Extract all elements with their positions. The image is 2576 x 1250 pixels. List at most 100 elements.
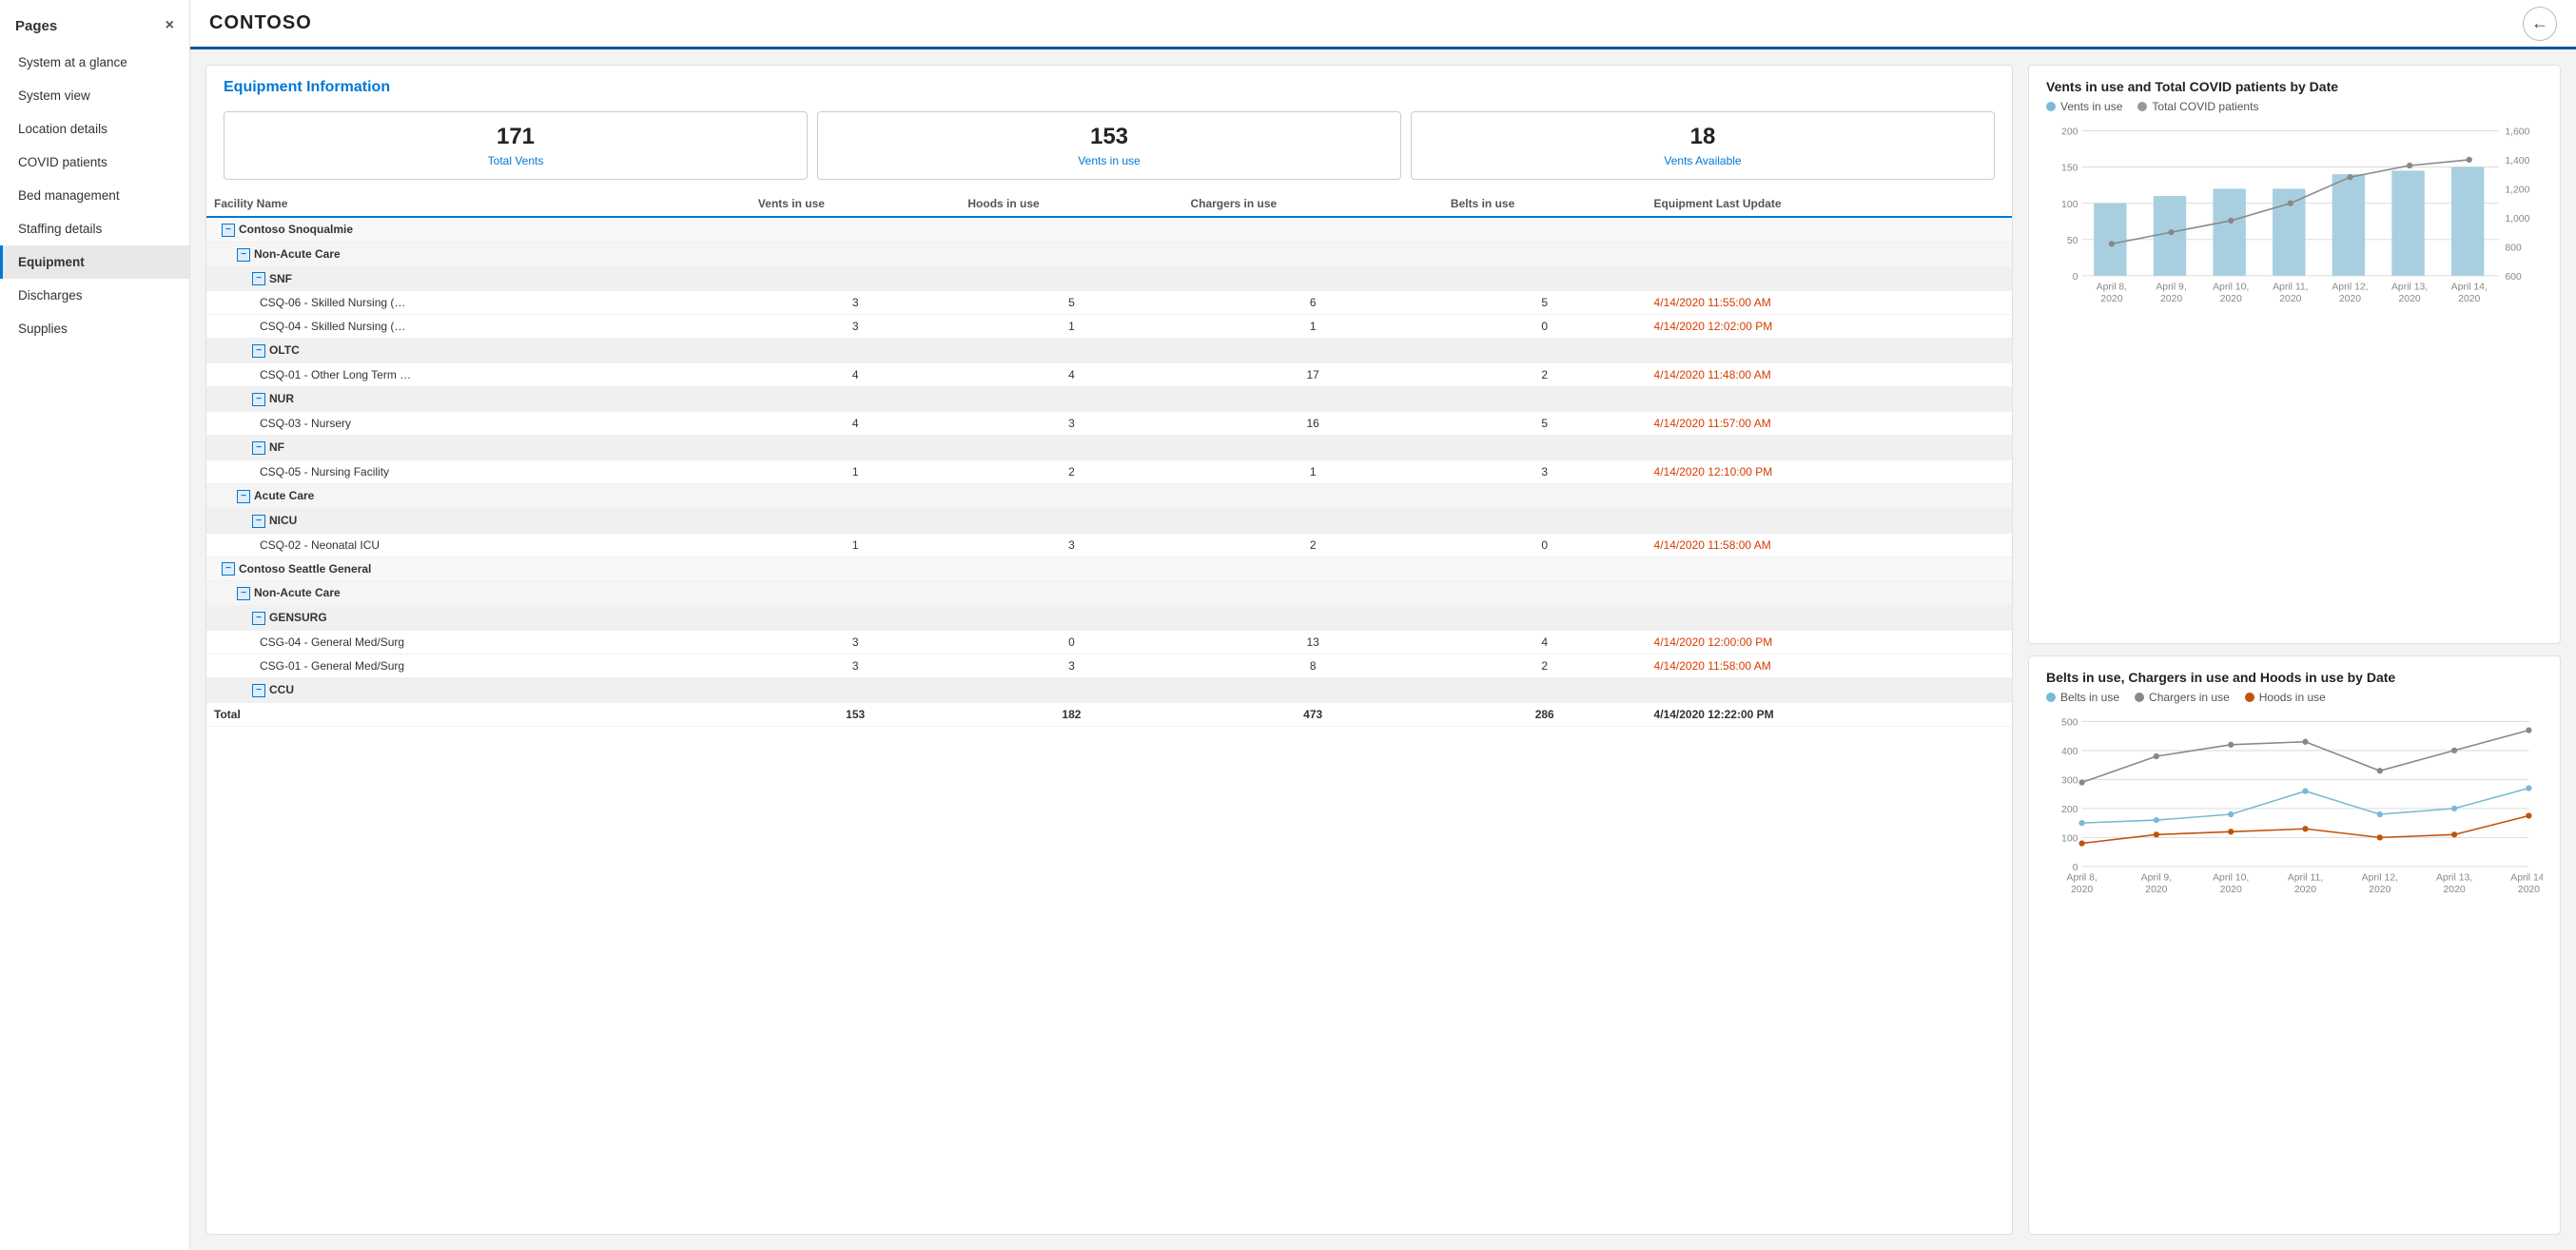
stat-label: Vents in use — [828, 154, 1391, 167]
line-point — [2302, 788, 2308, 793]
sidebar-nav: System at a glanceSystem viewLocation de… — [0, 46, 189, 345]
svg-text:2020: 2020 — [2145, 885, 2167, 895]
sidebar-item-location-details[interactable]: Location details — [0, 112, 189, 146]
svg-text:2020: 2020 — [2443, 885, 2465, 895]
stat-label: Total Vents — [234, 154, 797, 167]
chart1-card: Vents in use and Total COVID patients by… — [2028, 65, 2561, 644]
covid-point — [2228, 218, 2234, 224]
col-header: Vents in use — [751, 191, 960, 217]
sidebar-item-bed-management[interactable]: Bed management — [0, 179, 189, 212]
sidebar-item-supplies[interactable]: Supplies — [0, 312, 189, 345]
line-point — [2154, 817, 2159, 823]
table-row: CSQ-04 - Skilled Nursing (…31104/14/2020… — [206, 315, 2012, 339]
svg-text:April 8,: April 8, — [2097, 282, 2127, 292]
svg-text:2020: 2020 — [2160, 294, 2182, 304]
bar — [2154, 196, 2186, 276]
table-row: −OLTC — [206, 339, 2012, 363]
svg-text:1,000: 1,000 — [2505, 214, 2529, 225]
legend-label: Belts in use — [2060, 691, 2119, 704]
chart1-area: 2001501005001,6001,4001,2001,000800600Ap… — [2046, 121, 2543, 322]
sidebar-item-staffing-details[interactable]: Staffing details — [0, 212, 189, 245]
sidebar: Pages × System at a glanceSystem viewLoc… — [0, 0, 190, 1250]
table-row: −GENSURG — [206, 606, 2012, 631]
col-header: Hoods in use — [960, 191, 1182, 217]
col-header: Belts in use — [1443, 191, 1647, 217]
table-row: −Non-Acute Care — [206, 242, 2012, 266]
svg-text:April 14,: April 14, — [2510, 872, 2543, 883]
covid-point — [2407, 163, 2412, 168]
table-row: −SNF — [206, 266, 2012, 291]
back-button[interactable]: ← — [2523, 7, 2557, 41]
svg-text:200: 200 — [2061, 127, 2078, 138]
sidebar-item-system-view[interactable]: System view — [0, 79, 189, 112]
line-point — [2377, 811, 2383, 817]
legend-dot — [2046, 102, 2056, 111]
expand-icon[interactable]: − — [252, 272, 265, 285]
svg-text:April 11,: April 11, — [2288, 872, 2323, 883]
svg-text:2020: 2020 — [2339, 294, 2361, 304]
expand-icon[interactable]: − — [252, 344, 265, 358]
svg-text:600: 600 — [2505, 272, 2522, 283]
expand-icon[interactable]: − — [252, 393, 265, 406]
legend-item: Total COVID patients — [2137, 100, 2258, 113]
table-container[interactable]: Facility NameVents in useHoods in useCha… — [206, 191, 2012, 1234]
line-point — [2377, 834, 2383, 840]
sidebar-item-covid-patients[interactable]: COVID patients — [0, 146, 189, 179]
legend-dot — [2245, 693, 2254, 702]
svg-text:50: 50 — [2067, 236, 2078, 246]
line-point — [2228, 811, 2234, 817]
covid-point — [2347, 174, 2352, 180]
line-point — [2526, 812, 2531, 818]
svg-text:100: 100 — [2061, 200, 2078, 210]
stat-box: 171 Total Vents — [224, 111, 808, 180]
legend-item: Hoods in use — [2245, 691, 2326, 704]
legend-dot — [2135, 693, 2144, 702]
table-total-row: Total1531824732864/14/2020 12:22:00 PM — [206, 702, 2012, 726]
sidebar-close-button[interactable]: × — [166, 17, 174, 34]
topbar: CONTOSO ← — [190, 0, 2576, 49]
chart1-svg: 2001501005001,6001,4001,2001,000800600Ap… — [2046, 121, 2543, 320]
sidebar-item-discharges[interactable]: Discharges — [0, 279, 189, 312]
legend-dot — [2046, 693, 2056, 702]
expand-icon[interactable]: − — [237, 587, 250, 600]
expand-icon[interactable]: − — [237, 490, 250, 503]
equipment-table: Facility NameVents in useHoods in useCha… — [206, 191, 2012, 727]
line-point — [2451, 806, 2457, 811]
stat-label: Vents Available — [1421, 154, 1984, 167]
svg-text:400: 400 — [2061, 747, 2078, 757]
line-point — [2526, 727, 2531, 732]
col-header: Equipment Last Update — [1647, 191, 2012, 217]
expand-icon[interactable]: − — [252, 515, 265, 528]
svg-text:800: 800 — [2505, 244, 2522, 254]
svg-text:April 9,: April 9, — [2141, 872, 2172, 883]
expand-icon[interactable]: − — [252, 612, 265, 625]
line-point — [2526, 785, 2531, 791]
sidebar-item-system-at-glance[interactable]: System at a glance — [0, 46, 189, 79]
bar — [2451, 167, 2484, 276]
table-row: −Contoso Seattle General — [206, 557, 2012, 581]
expand-icon[interactable]: − — [222, 224, 235, 237]
expand-icon[interactable]: − — [237, 248, 250, 262]
svg-text:2020: 2020 — [2458, 294, 2480, 304]
line-point — [2154, 831, 2159, 837]
legend-label: Total COVID patients — [2152, 100, 2258, 113]
chart2-legend: Belts in useChargers in useHoods in use — [2046, 691, 2543, 704]
legend-item: Belts in use — [2046, 691, 2119, 704]
expand-icon[interactable]: − — [252, 441, 265, 455]
legend-label: Hoods in use — [2259, 691, 2326, 704]
table-row: CSG-04 - General Med/Surg301344/14/2020 … — [206, 631, 2012, 654]
chart2-area: 5004003002001000April 8,2020April 9,2020… — [2046, 712, 2543, 913]
stat-number: 171 — [234, 124, 797, 150]
svg-text:April 10,: April 10, — [2213, 282, 2249, 292]
expand-icon[interactable]: − — [252, 684, 265, 697]
line-path — [2082, 731, 2529, 783]
legend-item: Vents in use — [2046, 100, 2122, 113]
svg-text:2020: 2020 — [2100, 294, 2122, 304]
expand-icon[interactable]: − — [222, 562, 235, 576]
table-row: −Non-Acute Care — [206, 581, 2012, 606]
svg-text:April 14,: April 14, — [2451, 282, 2488, 292]
sidebar-item-equipment[interactable]: Equipment — [0, 245, 189, 279]
equipment-panel: Equipment Information 171Total Vents153V… — [205, 65, 2013, 1235]
svg-text:2020: 2020 — [2518, 885, 2540, 895]
table-row: CSQ-03 - Nursery431654/14/2020 11:57:00 … — [206, 412, 2012, 436]
